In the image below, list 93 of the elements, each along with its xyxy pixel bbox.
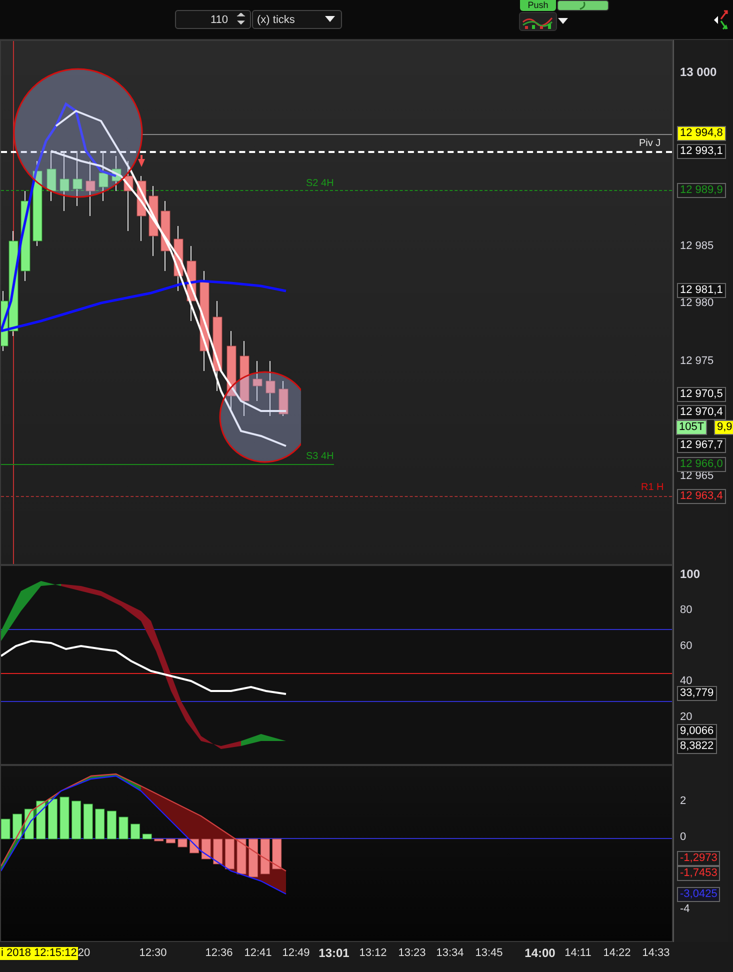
candlestick xyxy=(124,160,134,232)
histogram-bar xyxy=(12,814,22,840)
level-label: Piv J xyxy=(639,138,661,149)
histogram-bar xyxy=(201,838,211,860)
value-tag: -1,7453 xyxy=(677,866,720,881)
price-tag: 105T xyxy=(676,420,708,435)
price-tag: 12 994,8 xyxy=(677,126,726,141)
indicator-chart-button[interactable] xyxy=(519,12,557,31)
candlestick xyxy=(266,360,276,416)
time-axis-label: 12:30 xyxy=(139,947,167,959)
histogram-bar xyxy=(236,838,246,874)
histogram-bar xyxy=(130,824,140,840)
level-label: R1 H xyxy=(641,482,664,493)
histogram-bar xyxy=(213,838,223,864)
price-tag: 12 966,0 xyxy=(677,457,726,472)
histogram-bar xyxy=(1,818,10,840)
axis-tick-label: 12 980 xyxy=(680,297,714,310)
time-axis-label: 12:41 xyxy=(244,947,272,959)
candlestick xyxy=(136,176,146,242)
time-axis-label: 14:33 xyxy=(642,947,670,959)
price-tag: 12 970,4 xyxy=(677,405,726,420)
histogram-bar xyxy=(36,800,46,840)
axis-tick-label: 12 975 xyxy=(680,355,714,368)
time-axis-label: 14:11 xyxy=(564,947,592,959)
value-tag: 9,0066 xyxy=(677,724,717,739)
candlestick xyxy=(160,200,170,272)
axis-tick-label: 80 xyxy=(680,604,692,617)
histogram-bar xyxy=(142,834,152,840)
axis-tick-label: 12 985 xyxy=(680,240,714,253)
histogram-bar xyxy=(224,838,234,870)
histogram-bar xyxy=(154,838,164,842)
histogram-bar xyxy=(166,838,176,844)
down-arrow-icon xyxy=(138,155,145,167)
histogram-bar xyxy=(260,838,270,874)
date-time-tag: i 2018 12:15:12 xyxy=(0,947,78,960)
time-axis-label: 13:12 xyxy=(359,947,387,959)
histogram-bar xyxy=(272,838,282,870)
axis-tick-label: 60 xyxy=(680,640,692,653)
axis-tick-label: 0 xyxy=(680,831,686,844)
arrow-button[interactable] xyxy=(557,0,609,11)
axis-tick-label: 20 xyxy=(680,711,692,724)
value-tag: 8,3822 xyxy=(677,739,717,754)
price-tag: 12 989,9 xyxy=(677,183,726,198)
candlestick xyxy=(86,160,96,216)
axis-tick-label: -4 xyxy=(680,903,690,916)
price-tag: 12 963,4 xyxy=(677,489,726,504)
time-axis-label: 14:00 xyxy=(524,946,556,960)
caret-icon[interactable] xyxy=(558,18,568,24)
level-label: S2 4H xyxy=(306,178,334,189)
time-axis-label: 14:22 xyxy=(603,947,631,959)
histogram-bar xyxy=(60,796,70,840)
price-tag: 9,9 xyxy=(714,420,733,435)
histogram-bar xyxy=(106,810,116,840)
value-tag: -3,0425 xyxy=(677,887,720,902)
price-tag: 12 981,1 xyxy=(677,283,726,298)
axis-tick-label: 100 xyxy=(680,568,700,581)
candlestick xyxy=(252,360,262,402)
candlestick xyxy=(148,186,158,256)
histogram-bar xyxy=(72,800,82,840)
price-tag: 12 993,1 xyxy=(677,144,726,159)
candlestick xyxy=(112,156,122,192)
time-axis-label: 20 xyxy=(78,947,90,959)
push-button[interactable]: Push xyxy=(520,0,556,11)
period-field[interactable]: 110 xyxy=(175,10,251,29)
time-axis-label: 13:01 xyxy=(318,946,350,960)
candlestick xyxy=(46,150,56,202)
price-tag: 12 970,5 xyxy=(677,387,726,402)
axis-tick-label: 40 xyxy=(680,675,692,688)
histogram-bar xyxy=(248,838,258,878)
histogram-bar xyxy=(48,798,58,840)
level-label: S3 4H xyxy=(306,451,334,462)
value-tag: 33,779 xyxy=(677,686,717,701)
candlestick xyxy=(278,380,288,416)
candlestick xyxy=(60,150,70,212)
candlestick xyxy=(72,150,82,206)
unit-select[interactable]: (x) ticks xyxy=(252,10,342,29)
time-axis-label: 13:34 xyxy=(436,947,464,959)
caret-icon[interactable] xyxy=(325,16,335,22)
histogram-bar xyxy=(83,804,93,840)
time-axis-label: 12:49 xyxy=(282,947,310,959)
candlestick xyxy=(174,226,184,292)
axis-tick-label: 2 xyxy=(680,795,686,808)
time-axis-label: 12:36 xyxy=(205,947,233,959)
axis-tick-label: 13 000 xyxy=(680,66,717,79)
time-axis-label: 13:45 xyxy=(475,947,503,959)
time-axis-label: 13:23 xyxy=(398,947,426,959)
value-tag: -1,2973 xyxy=(677,851,720,866)
candlestick xyxy=(98,150,108,202)
spinner-icon[interactable] xyxy=(236,13,246,25)
histogram-bar xyxy=(118,816,128,840)
histogram-bar xyxy=(178,838,188,848)
price-tag: 12 967,7 xyxy=(677,438,726,453)
histogram-bar xyxy=(95,808,105,840)
